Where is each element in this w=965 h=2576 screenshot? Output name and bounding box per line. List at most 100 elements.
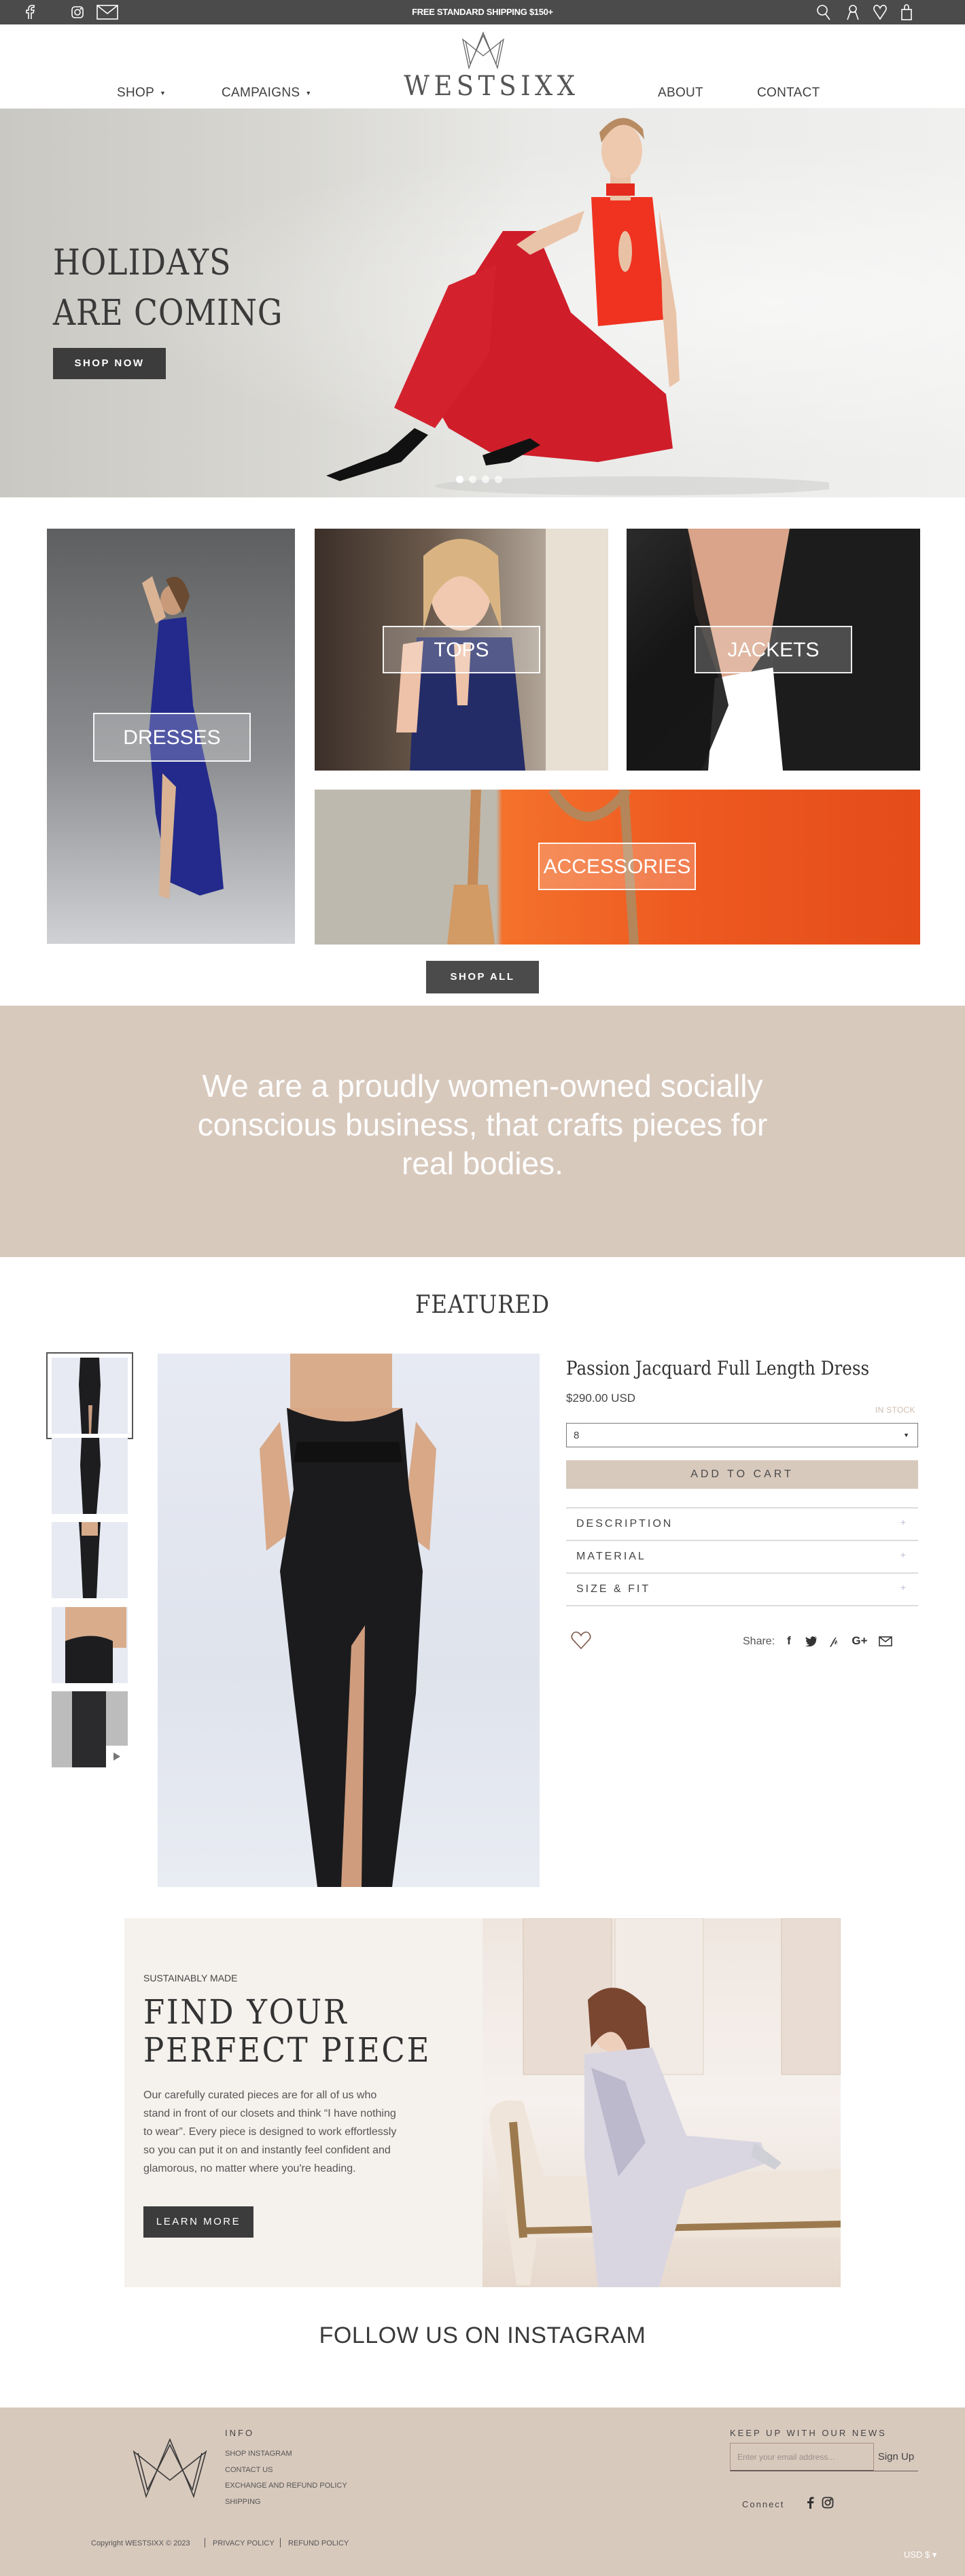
dress-photo bbox=[260, 1354, 436, 1887]
section-body: Our carefully curated pieces are for all… bbox=[143, 2089, 397, 2174]
hero-slider-dots bbox=[456, 476, 502, 483]
category-jackets[interactable]: JACKETS bbox=[627, 529, 920, 771]
accordion-title: SIZE & FIT bbox=[576, 1583, 651, 1595]
accordion-description[interactable]: DESCRIPTION + bbox=[566, 1507, 918, 1540]
category-label: DRESSES bbox=[93, 713, 251, 762]
nav-campaigns[interactable]: CAMPAIGNS ▼ bbox=[222, 86, 312, 101]
thumbnail-image bbox=[79, 1522, 101, 1598]
cart-icon[interactable] bbox=[898, 4, 915, 20]
instagram-heading: FOLLOW US ON INSTAGRAM bbox=[319, 2323, 646, 2348]
chevron-down-icon: ▼ bbox=[305, 89, 312, 96]
category-label: TOPS bbox=[383, 626, 540, 673]
size-select[interactable]: 8 ▼ bbox=[566, 1423, 918, 1447]
share-pinterest-icon[interactable]: 𝓅 bbox=[826, 1634, 841, 1648]
footer-facebook-icon[interactable] bbox=[803, 2496, 817, 2509]
currency-selector[interactable]: USD $ ▾ bbox=[904, 2549, 936, 2560]
add-to-wishlist-heart-icon[interactable] bbox=[571, 1631, 591, 1653]
accordion-title: DESCRIPTION bbox=[576, 1518, 673, 1530]
footer-link-exchange-refund[interactable]: EXCHANGE AND REFUND POLICY bbox=[225, 2482, 347, 2490]
plus-icon: + bbox=[900, 1549, 906, 1560]
newsletter-heading: KEEP UP WITH OUR NEWS bbox=[730, 2428, 887, 2438]
footer-crown-logo-icon bbox=[133, 2438, 207, 2499]
thumbnail-image bbox=[79, 1358, 101, 1434]
section-heading: FIND YOUR PERFECT PIECE bbox=[143, 1992, 432, 2070]
site-footer: INFO SHOP INSTAGRAM CONTACT US EXCHANGE … bbox=[0, 2407, 965, 2576]
slider-dot[interactable] bbox=[482, 476, 489, 483]
play-icon[interactable] bbox=[106, 1746, 128, 1767]
nav-about[interactable]: ABOUT bbox=[658, 86, 703, 101]
lounge-photo bbox=[489, 1918, 841, 2287]
connect-label: Connect bbox=[742, 2499, 785, 2509]
product-main-image[interactable] bbox=[158, 1354, 540, 1887]
shop-all-button[interactable]: SHOP ALL bbox=[426, 961, 539, 993]
product-price: $290.00 USD bbox=[566, 1392, 636, 1405]
footer-link-shipping[interactable]: SHIPPING bbox=[225, 2498, 261, 2506]
legal-divider bbox=[280, 2538, 281, 2547]
search-icon[interactable] bbox=[815, 4, 832, 20]
nav-shop[interactable]: SHOP ▼ bbox=[117, 86, 166, 101]
hero-banner: HOLIDAYS ARE COMING SHOP NOW bbox=[0, 109, 965, 497]
size-value: 8 bbox=[574, 1430, 580, 1441]
share-email-icon[interactable] bbox=[878, 1634, 893, 1648]
account-icon[interactable] bbox=[845, 4, 861, 20]
wishlist-icon[interactable] bbox=[872, 4, 888, 20]
footer-instagram-icon[interactable] bbox=[821, 2496, 835, 2509]
stock-status: IN STOCK bbox=[875, 1405, 915, 1415]
mission-statement: We are a proudly women-owned socially co… bbox=[197, 1068, 768, 1181]
category-tops[interactable]: TOPS bbox=[315, 529, 608, 771]
footer-link-contact-us[interactable]: CONTACT US bbox=[225, 2466, 273, 2474]
category-accessories[interactable]: ACCESSORIES bbox=[315, 790, 920, 945]
accordion-divider bbox=[566, 1605, 918, 1606]
copyright-text: Copyright WESTSIXX © 2023 bbox=[91, 2539, 190, 2547]
product-thumbnail[interactable] bbox=[46, 1352, 133, 1439]
product-title: Passion Jacquard Full Length Dress bbox=[566, 1357, 870, 1379]
sustainability-image bbox=[482, 1918, 841, 2287]
accordion-size-fit[interactable]: SIZE & FIT + bbox=[566, 1572, 918, 1605]
plus-icon: + bbox=[900, 1517, 906, 1528]
thumbnail-image bbox=[80, 1438, 101, 1514]
plus-icon: + bbox=[900, 1582, 906, 1593]
chevron-down-icon: ▼ bbox=[903, 1432, 909, 1439]
hero-title: HOLIDAYS ARE COMING bbox=[53, 243, 283, 334]
product-thumbnail[interactable] bbox=[52, 1438, 128, 1514]
refund-policy-link[interactable]: REFUND POLICY bbox=[288, 2539, 349, 2547]
category-label: JACKETS bbox=[695, 626, 852, 673]
category-dresses[interactable]: DRESSES bbox=[47, 529, 295, 944]
section-eyebrow: SUSTAINABLY MADE bbox=[143, 1973, 238, 1983]
crown-logo-icon bbox=[461, 31, 505, 69]
brand-logo[interactable]: WESTSIXX bbox=[396, 31, 575, 106]
signup-button[interactable]: Sign Up bbox=[874, 2443, 918, 2471]
featured-heading: FEATURED bbox=[415, 1291, 550, 1319]
footer-link-shop-instagram[interactable]: SHOP INSTAGRAM bbox=[225, 2450, 292, 2458]
share-google-plus-icon[interactable]: G+ bbox=[849, 1634, 870, 1648]
product-video-thumbnail[interactable] bbox=[52, 1691, 128, 1767]
sustainability-section: SUSTAINABLY MADE FIND YOUR PERFECT PIECE… bbox=[124, 1918, 482, 2287]
learn-more-button[interactable]: LEARN MORE bbox=[143, 2206, 253, 2238]
site-header: SHOP ▼ CAMPAIGNS ▼ WESTSIXX ABOUT CONTACT bbox=[0, 24, 965, 109]
product-thumbnail[interactable] bbox=[52, 1607, 128, 1683]
share-label: Share: bbox=[743, 1636, 775, 1647]
thumbnail-image bbox=[65, 1607, 126, 1683]
share-twitter-icon[interactable] bbox=[804, 1634, 819, 1648]
privacy-policy-link[interactable]: PRIVACY POLICY bbox=[213, 2539, 275, 2547]
slider-dot[interactable] bbox=[469, 476, 476, 483]
accordion-title: MATERIAL bbox=[576, 1551, 646, 1562]
add-to-cart-button[interactable]: ADD TO CART bbox=[566, 1460, 918, 1489]
nav-contact[interactable]: CONTACT bbox=[757, 86, 820, 101]
chevron-down-icon: ▼ bbox=[160, 89, 166, 96]
slider-dot[interactable] bbox=[456, 476, 463, 483]
category-label: ACCESSORIES bbox=[538, 843, 696, 890]
accordion-material[interactable]: MATERIAL + bbox=[566, 1540, 918, 1572]
slider-dot[interactable] bbox=[495, 476, 502, 483]
footer-info-heading: INFO bbox=[225, 2428, 255, 2438]
announcement-bar: FREE STANDARD SHIPPING $150+ bbox=[0, 0, 965, 24]
mission-banner: We are a proudly women-owned socially co… bbox=[0, 1006, 965, 1257]
hero-model-image bbox=[326, 118, 829, 495]
nav-shop-label: SHOP bbox=[117, 86, 155, 100]
product-thumbnail[interactable] bbox=[52, 1522, 128, 1598]
share-facebook-icon[interactable]: f bbox=[782, 1634, 796, 1648]
newsletter-email-input[interactable] bbox=[730, 2443, 874, 2471]
brand-wordmark: WESTSIXX bbox=[404, 71, 580, 102]
nav-campaigns-label: CAMPAIGNS bbox=[222, 86, 300, 100]
shop-now-button[interactable]: SHOP NOW bbox=[53, 348, 166, 379]
